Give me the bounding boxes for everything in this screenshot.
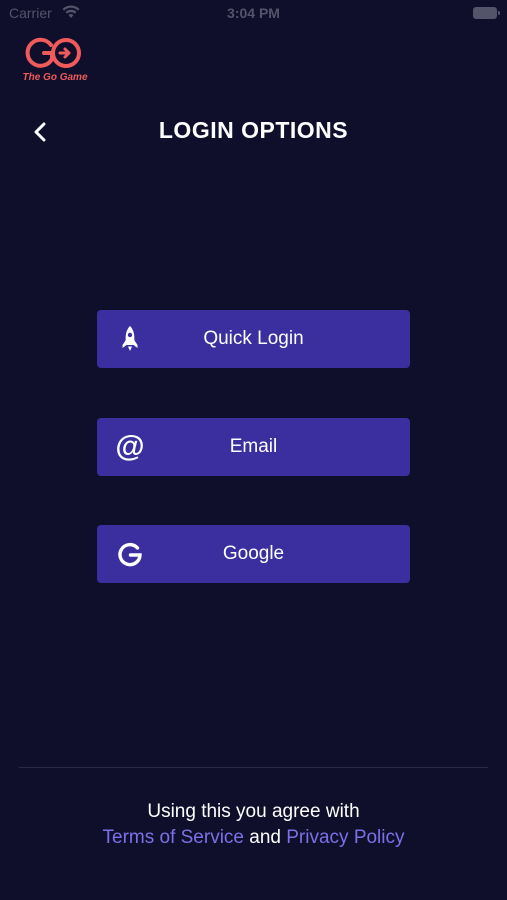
agree-text: Using this you agree with [147,801,360,822]
email-login-button[interactable]: @ Email [97,418,410,476]
status-bar: Carrier 3:04 PM [0,0,507,28]
the-go-game-logo: The Go Game [19,36,91,86]
at-icon: @ [115,430,145,463]
google-g-icon [115,539,145,569]
terms-of-service-link[interactable]: Terms of Service [103,827,244,848]
battery-icon [473,7,500,19]
rocket-icon [115,324,145,354]
page-title: LOGIN OPTIONS [158,117,349,143]
footer-divider [19,767,488,768]
and-text: and [249,827,281,848]
google-login-label: Google [222,543,285,564]
go-logo-icon [25,37,81,68]
login-options-screen: Carrier 3:04 PM The Go Game LOGIN OPTION… [0,0,507,900]
quick-login-button[interactable]: Quick Login [97,310,410,368]
logo-text: The Go Game [22,72,88,83]
legal-links: Terms of Service and Privacy Policy [0,827,507,849]
google-login-button[interactable]: Google [97,525,410,583]
email-login-label: Email [229,436,278,457]
privacy-policy-link[interactable]: Privacy Policy [286,827,404,848]
quick-login-label: Quick Login [203,328,304,349]
clock: 3:04 PM [227,5,280,21]
